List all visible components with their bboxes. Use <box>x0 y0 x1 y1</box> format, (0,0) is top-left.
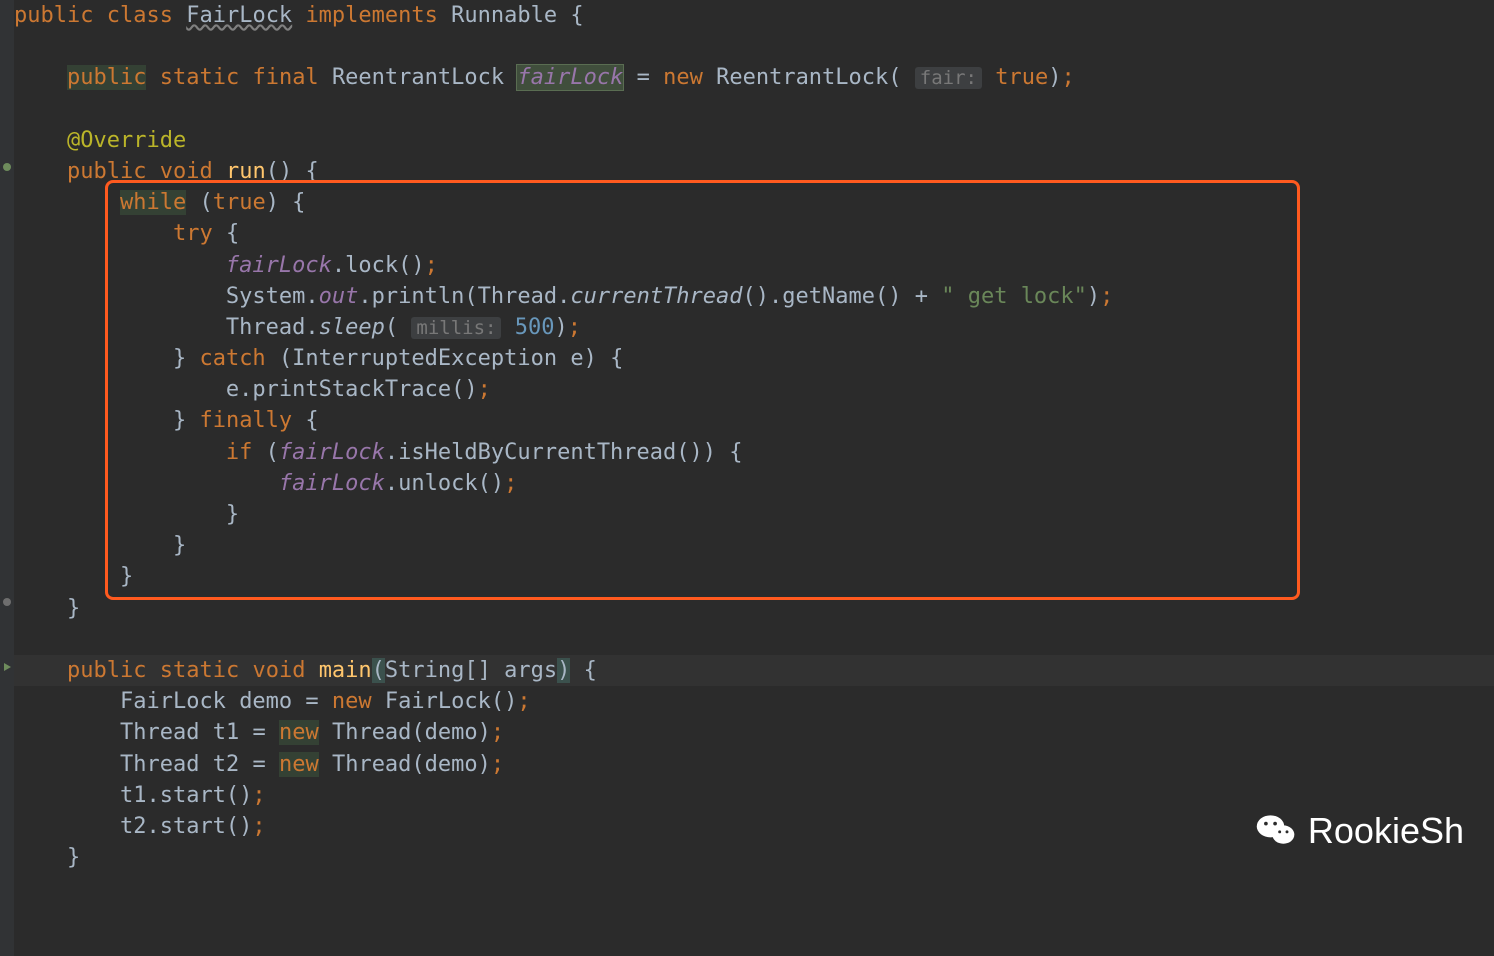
method-main: main <box>319 658 372 683</box>
code-line[interactable]: } <box>14 499 1494 530</box>
keyword-true: true <box>213 190 266 215</box>
keyword-static: static <box>160 658 239 683</box>
code-line[interactable]: fairLock.unlock(); <box>14 468 1494 499</box>
field-ref: fairLock <box>279 440 385 465</box>
code-line[interactable]: public static void main(String[] args) { <box>14 655 1494 686</box>
method-call: e.printStackTrace() <box>226 377 478 402</box>
keyword-try: try <box>173 221 213 246</box>
code-line[interactable]: } <box>14 530 1494 561</box>
keyword-public: public <box>67 159 146 184</box>
keyword-while: while <box>120 190 186 215</box>
keyword-catch: catch <box>199 346 265 371</box>
code-line[interactable]: Thread.sleep( millis: 500); <box>14 312 1494 343</box>
string-literal: " get lock" <box>941 284 1087 309</box>
blank-line[interactable] <box>14 94 1494 125</box>
keyword-if: if <box>226 440 253 465</box>
method-call: lock() <box>345 253 424 278</box>
blank-line[interactable] <box>14 624 1494 655</box>
code-line[interactable]: try { <box>14 218 1494 249</box>
keyword-new: new <box>279 720 319 745</box>
code-line[interactable]: FairLock demo = new FairLock(); <box>14 686 1494 717</box>
gutter-implements-icon[interactable] <box>0 595 14 609</box>
code-line[interactable]: System.out.println(Thread.currentThread(… <box>14 281 1494 312</box>
interface-name: Runnable <box>451 3 557 28</box>
code-line[interactable]: } <box>14 561 1494 592</box>
code-line[interactable]: Thread t1 = new Thread(demo); <box>14 717 1494 748</box>
class-name: FairLock <box>186 3 292 28</box>
code-line[interactable]: fairLock.lock(); <box>14 250 1494 281</box>
keyword-public: public <box>67 658 146 683</box>
keyword-static: static <box>160 65 239 90</box>
number-literal: 500 <box>515 315 555 340</box>
code-line[interactable]: Thread t2 = new Thread(demo); <box>14 749 1494 780</box>
watermark-text: RookieSh <box>1308 805 1464 856</box>
keyword-implements: implements <box>305 3 437 28</box>
code-line[interactable]: public void run() { <box>14 156 1494 187</box>
static-method: currentThread <box>570 284 742 309</box>
field-name: fairLock <box>517 65 623 90</box>
keyword-void: void <box>160 159 213 184</box>
operator: = <box>637 65 650 90</box>
watermark: RookieSh <box>1254 805 1464 856</box>
editor-gutter <box>0 0 14 956</box>
code-line[interactable]: public static final ReentrantLock fairLo… <box>14 62 1494 93</box>
static-method: sleep <box>319 315 385 340</box>
constructor: ReentrantLock <box>716 65 888 90</box>
code-line[interactable]: @Override <box>14 125 1494 156</box>
code-line[interactable]: e.printStackTrace(); <box>14 374 1494 405</box>
keyword-finally: finally <box>199 408 292 433</box>
gutter-override-icon[interactable] <box>0 160 14 174</box>
wechat-icon <box>1254 808 1298 852</box>
keyword-final: final <box>252 65 318 90</box>
brace: { <box>570 3 583 28</box>
code-line[interactable]: public class FairLock implements Runnabl… <box>14 0 1494 31</box>
method-call: t1.start() <box>120 783 252 808</box>
keyword-new: new <box>663 65 703 90</box>
keyword-new: new <box>332 689 372 714</box>
type-name: ReentrantLock <box>332 65 504 90</box>
field-ref: fairLock <box>279 471 385 496</box>
annotation: @Override <box>67 128 186 153</box>
blank-line[interactable] <box>14 31 1494 62</box>
parameter-hint: fair: <box>915 67 982 89</box>
code-editor[interactable]: public class FairLock implements Runnabl… <box>0 0 1494 873</box>
method-call: t2.start() <box>120 814 252 839</box>
code-line[interactable]: } <box>14 593 1494 624</box>
keyword-void: void <box>252 658 305 683</box>
code-line[interactable]: } finally { <box>14 405 1494 436</box>
keyword-class: class <box>107 3 173 28</box>
code-line[interactable]: while (true) { <box>14 187 1494 218</box>
code-line[interactable]: if (fairLock.isHeldByCurrentThread()) { <box>14 437 1494 468</box>
code-line[interactable]: } catch (InterruptedException e) { <box>14 343 1494 374</box>
keyword-true: true <box>995 65 1048 90</box>
gutter-run-icon[interactable] <box>0 660 14 674</box>
field-ref: fairLock <box>226 253 332 278</box>
field-out: out <box>319 284 359 309</box>
method-name: run <box>226 159 266 184</box>
keyword-public: public <box>67 65 146 90</box>
keyword-public: public <box>14 3 93 28</box>
keyword-new: new <box>279 752 319 777</box>
parameter-hint: millis: <box>411 317 501 339</box>
